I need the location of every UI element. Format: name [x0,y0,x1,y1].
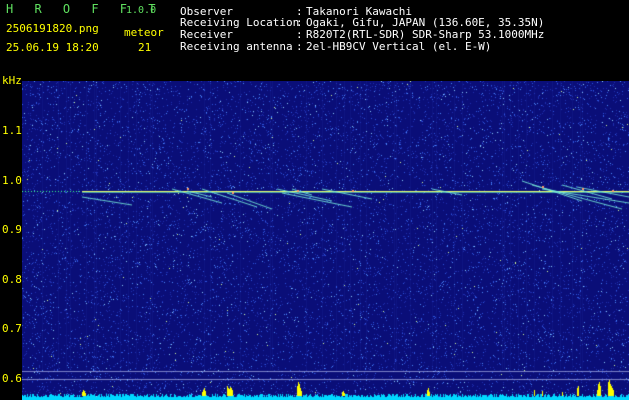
y-tick-label: 1.0 [2,174,22,187]
meteor-label: meteor [124,26,164,39]
date-time: 25.06.19 18:20 [6,41,99,54]
file-name: 2506191820.png [6,22,99,35]
header-panel: H R O F F T 1.0.0 2506191820.png 25.06.1… [0,0,629,72]
meteor-count: 21 [138,41,152,54]
y-tick-label: 0.8 [2,273,22,286]
y-tick-label: 1.1 [2,124,22,137]
app-version: 1.0.0 [126,5,157,16]
y-tick-label: 0.7 [2,322,22,335]
info-label-antenna: Receiving antenna [180,40,293,53]
spectrogram-canvas [22,81,629,400]
info-value-antenna: 2el-HB9CV Vertical (el. E-W) [306,40,492,53]
y-tick-label: 0.9 [2,223,22,236]
info-colon: : [296,40,303,53]
y-tick-label: 0.6 [2,372,22,385]
y-axis-unit: kHz [2,74,22,87]
